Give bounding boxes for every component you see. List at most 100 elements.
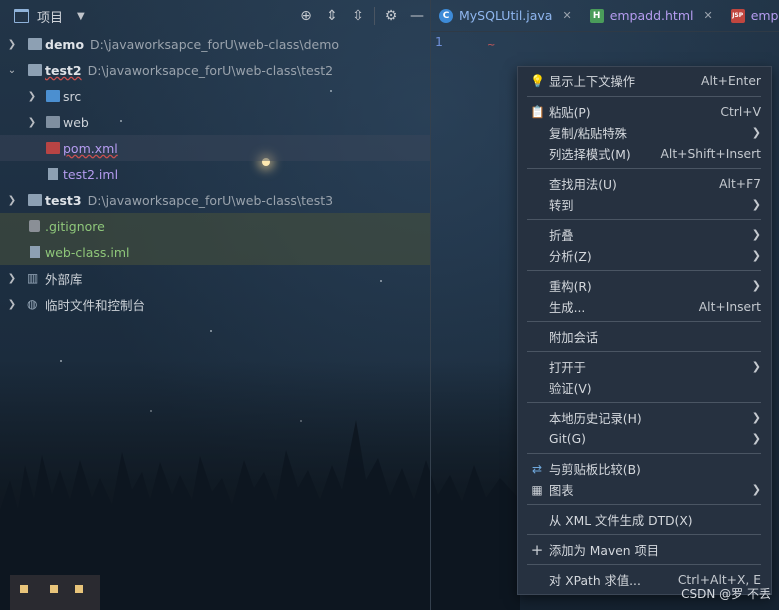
menu-item-generate[interactable]: 生成... Alt+Insert: [518, 296, 771, 317]
chevron-right-icon: ❯: [751, 279, 761, 292]
chevron-right-icon: ❯: [751, 360, 761, 373]
chevron-down-icon[interactable]: ⌄: [7, 65, 17, 76]
chevron-right-icon[interactable]: ❯: [7, 273, 17, 284]
menu-item-validate[interactable]: 验证(V): [518, 377, 771, 398]
project-view-selector[interactable]: 项目 ▼: [14, 7, 85, 26]
menu-item-show-context-actions[interactable]: 💡 显示上下文操作 Alt+Enter: [518, 70, 771, 91]
tree-item-label: src: [63, 88, 82, 104]
gitignore-file-icon: [29, 220, 40, 232]
menu-separator: [527, 321, 761, 322]
menu-item-paste[interactable]: 📋 粘贴(P) Ctrl+V: [518, 101, 771, 122]
chevron-right-icon: ❯: [751, 483, 761, 496]
tree-row-external-libraries[interactable]: ❯ ▥ 外部库: [0, 265, 430, 291]
toolbar-divider: [374, 7, 375, 25]
tree-item-path: D:\javaworksapce_forU\web-class\test2: [87, 62, 334, 78]
tree-row-demo[interactable]: ❯ demo D:\javaworksapce_forU\web-class\de…: [0, 31, 430, 57]
menu-item-copy-paste-special[interactable]: 复制/粘贴特殊 ❯: [518, 122, 771, 143]
tree-item-label: web: [63, 114, 89, 130]
diagram-icon: ▦: [531, 482, 543, 497]
tree-item-label: demo: [45, 36, 85, 52]
tab-label: empadd.html: [609, 8, 694, 23]
tab-label: emplist.js: [750, 8, 779, 23]
menu-item-refactor[interactable]: 重构(R) ❯: [518, 275, 771, 296]
tree-row-test2-iml[interactable]: test2.iml: [0, 161, 430, 187]
java-class-icon: C: [439, 8, 453, 23]
menu-separator: [527, 504, 761, 505]
menu-separator: [527, 96, 761, 97]
chevron-right-icon[interactable]: ❯: [7, 299, 17, 310]
menu-separator: [527, 351, 761, 352]
chevron-right-icon: ❯: [751, 432, 761, 445]
compare-icon: ⇄: [531, 461, 543, 476]
module-folder-icon: [28, 194, 42, 206]
expand-all-icon[interactable]: ⇕: [319, 8, 345, 24]
minimize-icon[interactable]: —: [404, 8, 430, 24]
menu-item-folding[interactable]: 折叠 ❯: [518, 224, 771, 245]
locate-icon[interactable]: ⊕: [293, 8, 319, 24]
menu-item-git[interactable]: Git(G) ❯: [518, 428, 771, 449]
jsp-file-icon: JSP: [730, 8, 745, 23]
panel-title: 项目: [37, 10, 64, 26]
tab-label: MySQLUtil.java: [459, 8, 553, 23]
tree-item-label: 临时文件和控制台: [45, 297, 146, 313]
web-folder-icon: [46, 116, 60, 128]
menu-item-compare-clipboard[interactable]: ⇄ 与剪贴板比较(B): [518, 458, 771, 479]
tree-row-scratches[interactable]: ❯ ◍ 临时文件和控制台: [0, 291, 430, 317]
menu-separator: [527, 534, 761, 535]
tab-mysqlutil[interactable]: C MySQLUtil.java ✕: [431, 0, 582, 31]
tree-item-label: 外部库: [45, 271, 83, 287]
tree-row-web-class-iml[interactable]: web-class.iml: [0, 239, 430, 265]
project-panel-header: 项目 ▼ ⊕ ⇕ ⇳ ⚙ —: [0, 0, 430, 32]
tree-item-label: test2.iml: [63, 166, 119, 182]
html-file-icon: H: [589, 8, 604, 23]
tree-item-path: D:\javaworksapce_forU\web-class\test3: [87, 192, 334, 208]
tree-item-path: D:\javaworksapce_forU\web-class\demo: [90, 36, 340, 52]
menu-item-find-usages[interactable]: 查找用法(U) Alt+F7: [518, 173, 771, 194]
collapse-all-icon[interactable]: ⇳: [345, 8, 371, 24]
chevron-down-icon[interactable]: ▼: [77, 11, 85, 22]
menu-item-add-maven-project[interactable]: + 添加为 Maven 项目: [518, 539, 771, 560]
menu-item-open-in[interactable]: 打开于 ❯: [518, 356, 771, 377]
tree-row-gitignore[interactable]: .gitignore: [0, 213, 430, 239]
menu-separator: [527, 219, 761, 220]
tab-emplist[interactable]: JSP emplist.js: [723, 0, 779, 31]
menu-item-diagrams[interactable]: ▦ 图表 ❯: [518, 479, 771, 500]
iml-file-icon: [48, 168, 58, 180]
tree-item-label: test2: [45, 62, 82, 78]
gear-icon[interactable]: ⚙: [378, 8, 404, 24]
iml-file-icon: [30, 246, 40, 258]
tree-item-label: .gitignore: [45, 218, 105, 234]
tree-row-test3[interactable]: ❯ test3 D:\javaworksapce_forU\web-class\t…: [0, 187, 430, 213]
error-marker: ~: [487, 40, 496, 51]
plus-icon: +: [530, 540, 544, 559]
chevron-right-icon: ❯: [751, 228, 761, 241]
tree-item-label: web-class.iml: [45, 244, 130, 260]
maven-file-icon: [46, 142, 60, 154]
tree-row-pom[interactable]: pom.xml: [0, 135, 430, 161]
module-folder-icon: [28, 64, 42, 76]
menu-separator: [527, 168, 761, 169]
menu-item-analyze[interactable]: 分析(Z) ❯: [518, 245, 771, 266]
chevron-right-icon[interactable]: ❯: [27, 91, 37, 102]
module-folder-icon: [28, 38, 42, 50]
context-menu: 💡 显示上下文操作 Alt+Enter 📋 粘贴(P) Ctrl+V 复制/粘贴…: [517, 66, 772, 595]
menu-item-generate-dtd[interactable]: 从 XML 文件生成 DTD(X): [518, 509, 771, 530]
tab-empadd[interactable]: H empadd.html ✕: [582, 0, 723, 31]
watermark: CSDN @罗 不丢: [681, 587, 771, 601]
chevron-right-icon: ❯: [751, 126, 761, 139]
menu-item-attach-session[interactable]: 附加会话: [518, 326, 771, 347]
source-folder-icon: [46, 90, 60, 102]
close-icon[interactable]: ✕: [703, 9, 712, 22]
menu-item-local-history[interactable]: 本地历史记录(H) ❯: [518, 407, 771, 428]
menu-item-goto[interactable]: 转到 ❯: [518, 194, 771, 215]
close-icon[interactable]: ✕: [562, 9, 571, 22]
chevron-right-icon[interactable]: ❯: [27, 117, 37, 128]
menu-item-column-selection[interactable]: 列选择模式(M) Alt+Shift+Insert: [518, 143, 771, 164]
tree-row-web[interactable]: ❯ web: [0, 109, 430, 135]
tree-row-test2[interactable]: ⌄ test2 D:\javaworksapce_forU\web-class\t…: [0, 57, 430, 83]
chevron-right-icon[interactable]: ❯: [7, 39, 17, 50]
clipboard-icon: 📋: [530, 104, 545, 119]
tree-row-src[interactable]: ❯ src: [0, 83, 430, 109]
chevron-right-icon[interactable]: ❯: [7, 195, 17, 206]
chevron-right-icon: ❯: [751, 249, 761, 262]
